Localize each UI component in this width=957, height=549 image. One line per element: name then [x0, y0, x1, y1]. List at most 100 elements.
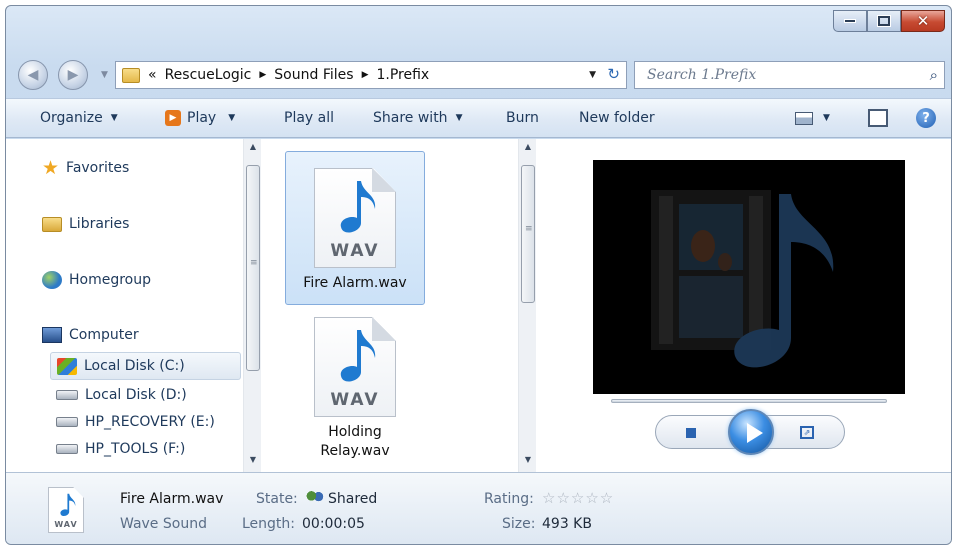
command-bar: Organize ▼ ▶ Play ▼ Play all Share with …	[6, 98, 951, 138]
preview-pane: ⇗	[537, 139, 951, 472]
folder-icon	[122, 67, 140, 83]
nav-homegroup[interactable]: Homegroup	[42, 271, 151, 289]
rating-stars[interactable]: ☆☆☆☆☆	[542, 489, 614, 507]
details-file-type: Wave Sound	[120, 516, 207, 532]
nav-drive-d[interactable]: Local Disk (D:)	[56, 387, 187, 403]
file-name: Fire Alarm.wav	[303, 275, 407, 291]
search-input[interactable]: Search 1.Prefix ⌕	[634, 61, 945, 89]
nav-favorites-label: Favorites	[66, 160, 130, 176]
star-icon: ★	[42, 157, 60, 179]
length-value: 00:00:05	[302, 516, 365, 532]
back-button[interactable]: ◀	[18, 60, 48, 90]
scroll-thumb[interactable]: ≡	[246, 165, 260, 371]
length-label: Length:	[242, 516, 296, 532]
breadcrumb-separator[interactable]: ▶	[362, 70, 369, 80]
file-name: Holding Relay.wav	[320, 423, 389, 461]
nav-favorites[interactable]: ★ Favorites	[42, 157, 129, 179]
file-item[interactable]: WAV Fire Alarm.wav	[285, 151, 425, 305]
scroll-down-arrow[interactable]: ▼	[244, 455, 262, 464]
file-item[interactable]: WAV Holding Relay.wav	[285, 317, 425, 467]
breadcrumb-1-prefix[interactable]: 1.Prefix	[376, 67, 429, 83]
chevron-down-icon: ▼	[455, 113, 463, 123]
music-note-icon	[60, 493, 76, 517]
content-area: ★ Favorites Libraries Homegroup Computer…	[6, 139, 951, 472]
drive-icon	[56, 444, 78, 454]
breadcrumb-separator[interactable]: ▶	[259, 70, 266, 80]
address-bar[interactable]: « RescueLogic ▶ Sound Files ▶ 1.Prefix ▼…	[115, 61, 627, 89]
close-icon: ✕	[916, 12, 930, 30]
share-with-label: Share with	[373, 110, 448, 126]
view-icon	[795, 111, 813, 125]
chevron-down-icon: ▼	[110, 113, 118, 123]
scroll-thumb[interactable]: ≡	[521, 165, 535, 303]
nav-libraries-label: Libraries	[69, 216, 130, 232]
organize-button[interactable]: Organize ▼	[40, 106, 118, 130]
breadcrumb-rescuelogic[interactable]: RescueLogic	[165, 67, 252, 83]
share-with-button[interactable]: Share with ▼	[373, 106, 462, 130]
help-icon: ?	[916, 108, 936, 128]
file-scrollbar[interactable]: ▲ ≡ ▼	[518, 139, 536, 472]
wav-badge: WAV	[330, 390, 380, 410]
minimize-button[interactable]	[833, 10, 867, 32]
nav-libraries[interactable]: Libraries	[42, 216, 129, 232]
play-label: Play	[187, 110, 217, 126]
file-list: WAV Fire Alarm.wav WAV Holding Relay.wav	[268, 139, 536, 472]
state-label: State:	[256, 491, 298, 507]
refresh-icon[interactable]: ↻	[607, 65, 620, 83]
size-label: Size:	[502, 516, 536, 532]
burn-button[interactable]: Burn	[506, 106, 539, 130]
maximize-button[interactable]	[867, 10, 901, 32]
music-note-icon	[340, 181, 376, 233]
play-icon: ▶	[165, 110, 181, 126]
help-button[interactable]: ?	[916, 106, 936, 130]
drive-icon	[56, 390, 78, 400]
nav-computer[interactable]: Computer	[42, 327, 139, 343]
play-button[interactable]: ▶ Play ▼	[165, 106, 235, 130]
play-pause-button[interactable]	[728, 409, 774, 455]
scroll-up-arrow[interactable]: ▲	[519, 142, 537, 151]
homegroup-icon	[42, 271, 62, 289]
minimize-icon	[844, 19, 856, 23]
change-view-button[interactable]: ▼	[795, 106, 830, 130]
media-preview	[593, 160, 905, 394]
stop-icon[interactable]	[686, 428, 696, 438]
address-dropdown[interactable]: ▼	[589, 70, 596, 80]
playback-controls: ⇗	[655, 409, 845, 455]
nav-computer-label: Computer	[69, 327, 139, 343]
nav-drive-e[interactable]: HP_RECOVERY (E:)	[56, 414, 215, 430]
scroll-down-arrow[interactable]: ▼	[519, 455, 537, 464]
nav-drive-f[interactable]: HP_TOOLS (F:)	[56, 441, 185, 457]
library-icon	[42, 216, 62, 232]
chevron-down-icon: ▼	[228, 113, 236, 123]
music-note-icon	[340, 330, 376, 382]
recent-pages-dropdown[interactable]: ▼	[101, 70, 108, 80]
new-folder-label: New folder	[579, 110, 655, 126]
scroll-up-arrow[interactable]: ▲	[244, 142, 262, 151]
forward-button[interactable]: ▶	[58, 60, 88, 90]
new-folder-button[interactable]: New folder	[579, 106, 655, 130]
organize-label: Organize	[40, 110, 103, 126]
burn-label: Burn	[506, 110, 539, 126]
nav-drive-c-label: Local Disk (C:)	[84, 358, 185, 374]
shared-people-icon	[306, 491, 324, 505]
breadcrumb-sound-files[interactable]: Sound Files	[274, 67, 353, 83]
preview-pane-button[interactable]	[868, 106, 888, 130]
switch-view-icon[interactable]: ⇗	[800, 426, 814, 439]
nav-drive-d-label: Local Disk (D:)	[85, 387, 187, 403]
search-icon[interactable]: ⌕	[930, 66, 938, 84]
details-file-name: Fire Alarm.wav	[120, 491, 224, 507]
drive-icon	[57, 357, 77, 375]
breadcrumb-overflow[interactable]: «	[148, 67, 157, 83]
computer-icon	[42, 327, 62, 343]
grip-icon: ≡	[525, 224, 533, 234]
close-button[interactable]: ✕	[901, 10, 945, 32]
rating-label: Rating:	[484, 491, 534, 507]
play-all-button[interactable]: Play all	[284, 106, 334, 130]
drive-icon	[56, 417, 78, 427]
grip-icon: ≡	[250, 258, 258, 268]
nav-scrollbar[interactable]: ▲ ≡ ▼	[243, 139, 261, 472]
details-pane: WAV Fire Alarm.wav Wave Sound State: Sha…	[6, 472, 951, 544]
nav-drive-c[interactable]: Local Disk (C:)	[50, 352, 241, 380]
state-value: Shared	[302, 491, 377, 507]
seek-bar[interactable]	[611, 399, 887, 403]
